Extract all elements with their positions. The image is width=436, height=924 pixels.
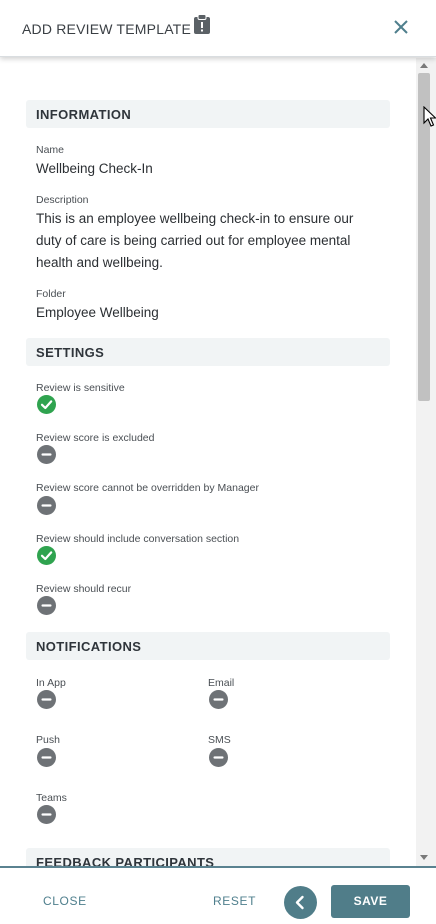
name-value: Wellbeing Check-In — [36, 161, 153, 176]
section-notifications-title: NOTIFICATIONS — [36, 639, 142, 654]
dialog-footer: CLOSE RESET SAVE — [0, 866, 436, 924]
scroll-down-arrow-icon[interactable] — [420, 855, 428, 860]
dialog-header: ADD REVIEW TEMPLATE — [0, 0, 436, 57]
setting-status-enabled-icon — [37, 546, 56, 565]
name-label: Name — [36, 144, 65, 156]
notification-status-icon — [37, 748, 56, 767]
section-settings-title: SETTINGS — [36, 345, 105, 360]
notification-label: Teams — [36, 792, 67, 804]
reset-button[interactable]: RESET — [213, 894, 256, 908]
close-button[interactable]: CLOSE — [43, 894, 87, 908]
setting-status-disabled-icon — [37, 445, 56, 464]
section-feedback-title: FEEDBACK PARTICIPANTS — [36, 855, 215, 866]
close-icon[interactable] — [390, 16, 412, 38]
setting-label: Review score cannot be overridden by Man… — [36, 482, 259, 494]
scroll-up-arrow-icon[interactable] — [420, 63, 428, 68]
setting-label: Review should include conversation secti… — [36, 533, 240, 545]
mouse-cursor-icon — [423, 106, 436, 127]
setting-label: Review score is excluded — [36, 432, 155, 444]
description-value: This is an employee wellbeing check-in t… — [36, 211, 354, 270]
dialog-title: ADD REVIEW TEMPLATE — [22, 21, 191, 37]
save-button[interactable]: SAVE — [331, 885, 410, 918]
section-settings-header: SETTINGS — [26, 338, 390, 366]
dialog-content[interactable]: INFORMATION Name Wellbeing Check-In Desc… — [0, 58, 416, 866]
notification-label: Email — [208, 677, 235, 689]
notification-status-icon — [37, 805, 56, 824]
section-notifications-header: NOTIFICATIONS — [26, 632, 390, 660]
setting-label: Review is sensitive — [36, 382, 125, 394]
setting-label: Review should recur — [36, 583, 132, 595]
setting-status-disabled-icon — [37, 596, 56, 615]
section-information-header: INFORMATION — [26, 100, 390, 128]
notification-label: Push — [36, 734, 60, 746]
notification-status-icon — [209, 690, 228, 709]
back-button[interactable] — [284, 886, 317, 919]
notification-status-icon — [209, 748, 228, 767]
section-feedback-header: FEEDBACK PARTICIPANTS — [26, 848, 390, 866]
setting-status-disabled-icon — [37, 496, 56, 515]
folder-label: Folder — [36, 288, 66, 300]
chevron-left-icon — [295, 895, 304, 910]
section-information-title: INFORMATION — [36, 107, 132, 122]
setting-status-enabled-icon — [37, 395, 56, 414]
notification-label: SMS — [208, 734, 231, 746]
notification-status-icon — [37, 690, 56, 709]
description-label: Description — [36, 194, 89, 206]
folder-value: Employee Wellbeing — [36, 305, 159, 320]
notification-label: In App — [36, 677, 66, 689]
clipboard-icon — [194, 14, 210, 34]
